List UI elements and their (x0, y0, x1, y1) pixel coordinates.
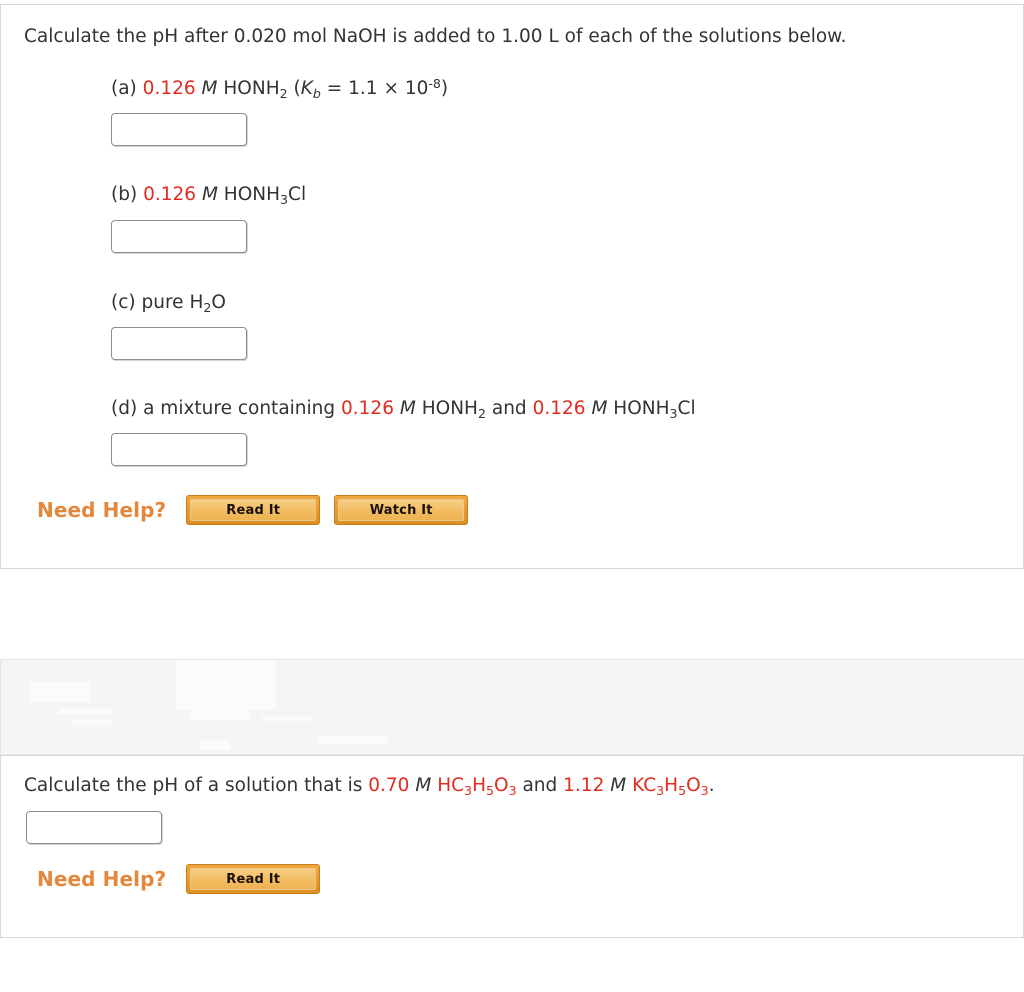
watch-it-button-1[interactable]: Watch It (334, 495, 469, 525)
part-a-constant: (Kb = 1.1 × 10-8) (293, 75, 449, 101)
redacted-header-band (0, 659, 1024, 755)
read-it-button-2-label: Read It (190, 868, 317, 890)
part-b-concentration: 0.126 (143, 184, 197, 205)
question-1-part-b-text: (b) 0.126 M HONH3Cl (111, 183, 306, 208)
question-2-prompt: Calculate the pH of a solution that is 0… (24, 774, 715, 799)
question-1-part-a-text: (a) 0.126 M HONH2 (Kb = 1.1 × 10-8) (111, 75, 449, 102)
question-2-period: . (708, 775, 715, 796)
part-c-plain: pure (141, 292, 184, 313)
ghost-block (176, 660, 276, 710)
part-b-species: HONH3Cl (223, 184, 307, 207)
question-2-concentration-2: 1.12 (563, 775, 605, 796)
question-panel-2: Calculate the pH of a solution that is 0… (0, 755, 1024, 938)
answer-input-part-b[interactable] (111, 220, 247, 253)
need-help-row-2: Need Help? Read It (37, 864, 334, 894)
part-c-label: (c) (111, 292, 136, 313)
part-c-species: H2O (189, 292, 226, 315)
ghost-block (30, 682, 90, 702)
part-d-plain: a mixture containing (143, 398, 336, 419)
read-it-button-1[interactable]: Read It (186, 495, 321, 525)
part-d-conjunction: and (491, 398, 527, 419)
question-panel-1: Calculate the pH after 0.020 mol NaOH is… (0, 4, 1024, 569)
part-d-label: (d) (111, 398, 138, 419)
question-2-concentration-1: 0.70 (368, 775, 410, 796)
ghost-block (200, 740, 230, 750)
ghost-block (72, 720, 112, 725)
part-d-concentration-1: 0.126 (341, 398, 394, 419)
part-d-unit-1: M (399, 398, 416, 419)
answer-input-part-a[interactable] (111, 113, 247, 146)
part-a-species: HONH2 (223, 78, 288, 101)
read-it-button-2[interactable]: Read It (186, 864, 321, 894)
need-help-label-1: Need Help? (37, 498, 167, 522)
question-2-species-2: KC3H5O3 (632, 775, 709, 798)
question-2-conjunction: and (516, 775, 564, 796)
part-d-species-1: HONH2 (421, 398, 486, 421)
question-2-unit-2: M (610, 775, 627, 796)
answer-input-question-2[interactable] (26, 811, 162, 844)
watch-it-button-1-label: Watch It (338, 499, 465, 521)
question-2-species-1: HC3H5O3 (437, 775, 517, 798)
question-1-part-d-text: (d) a mixture containing 0.126 M HONH2 a… (111, 397, 696, 422)
ghost-block (58, 708, 113, 714)
question-1-part-c-text: (c) pure H2O (111, 291, 226, 316)
band-left-edge (0, 660, 1, 754)
question-2-prompt-start: Calculate the pH of a solution that is (24, 775, 369, 796)
part-b-unit: M (201, 184, 218, 205)
part-d-unit-2: M (591, 398, 608, 419)
ghost-block (262, 716, 312, 721)
ghost-block (190, 704, 250, 720)
need-help-row-1: Need Help? Read It Watch It (37, 495, 482, 525)
need-help-label-2: Need Help? (37, 867, 167, 891)
answer-input-part-c[interactable] (111, 327, 247, 360)
part-a-concentration: 0.126 (142, 78, 196, 99)
question-2-unit-1: M (415, 775, 432, 796)
question-1-prompt: Calculate the pH after 0.020 mol NaOH is… (24, 26, 847, 47)
part-d-species-2: HONH3Cl (613, 398, 696, 421)
ghost-block (318, 736, 388, 744)
part-d-concentration-2: 0.126 (532, 398, 586, 419)
part-a-label: (a) (111, 78, 137, 99)
read-it-button-1-label: Read It (190, 499, 317, 521)
answer-input-part-d[interactable] (111, 433, 247, 466)
part-a-unit: M (201, 78, 218, 99)
part-b-label: (b) (111, 184, 138, 205)
